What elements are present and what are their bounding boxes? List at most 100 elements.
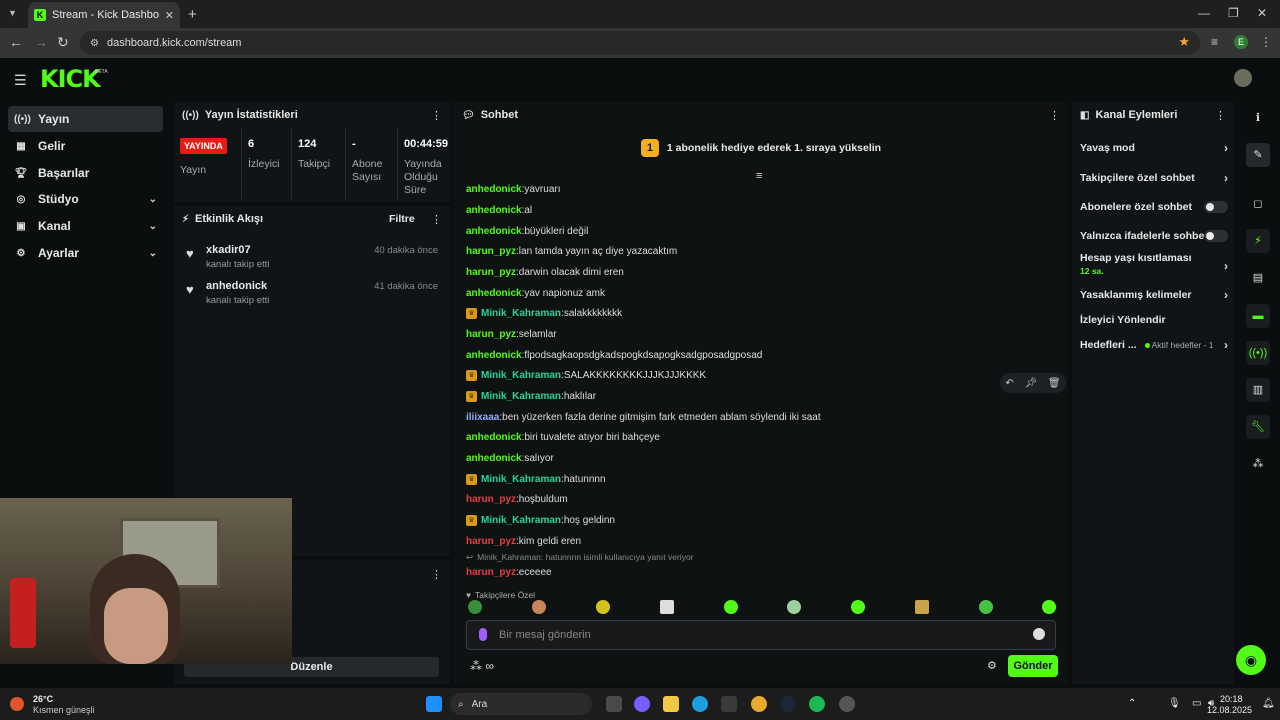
action-slow-mode[interactable]: Yavaş mod › bbox=[1080, 138, 1228, 158]
emote-ghost-icon[interactable] bbox=[787, 600, 801, 614]
subs-only-toggle[interactable] bbox=[1204, 201, 1228, 213]
pinned-toggle-icon[interactable]: ≡ bbox=[756, 170, 762, 182]
chat-input-box[interactable] bbox=[466, 620, 1056, 650]
more-options-icon[interactable]: ⋮ bbox=[431, 213, 442, 226]
chat-username[interactable]: harun_pyz bbox=[466, 536, 516, 547]
chat-message[interactable]: anhedonick: salıyor bbox=[466, 449, 554, 467]
close-tab-icon[interactable]: ✕ bbox=[165, 9, 174, 22]
action-raid-viewers[interactable]: İzleyici Yönlendir bbox=[1080, 310, 1228, 330]
more-options-icon[interactable]: ⋮ bbox=[431, 109, 442, 122]
browser-menu-icon[interactable]: ⋮ bbox=[1260, 35, 1272, 49]
chat-message[interactable]: harun_pyz: lan tamda yayın aç diye yazac… bbox=[466, 242, 677, 260]
chat-username[interactable]: Minik_Kahraman bbox=[481, 515, 561, 526]
chat-username[interactable]: harun_pyz bbox=[466, 494, 516, 505]
send-button[interactable]: Gönder bbox=[1008, 655, 1058, 677]
chat-username[interactable]: harun_pyz bbox=[466, 329, 516, 340]
chat-username[interactable]: anhedonick bbox=[466, 205, 522, 216]
tab-search-icon[interactable]: ▼ bbox=[8, 8, 17, 18]
wrench-icon[interactable]: 🔧︎ bbox=[1246, 415, 1270, 439]
reload-icon[interactable]: ↻ bbox=[57, 34, 69, 51]
chat-username[interactable]: Minik_Kahraman bbox=[481, 391, 561, 402]
omnibox[interactable]: ⚙ dashboard.kick.com/stream ★ bbox=[80, 31, 1200, 55]
chat-message[interactable]: anhedonick: büyükleri değil bbox=[466, 222, 588, 240]
sidebar-item-studyo[interactable]: ◎ Stüdyo ⌄ bbox=[8, 186, 163, 212]
kick-points-icon[interactable]: ⁂ ∞ bbox=[470, 659, 494, 673]
chat-username[interactable]: anhedonick bbox=[466, 453, 522, 464]
edge-icon[interactable] bbox=[692, 696, 708, 712]
tray-chevron-icon[interactable]: ⌃ bbox=[1128, 698, 1136, 709]
emote-kick-icon[interactable] bbox=[724, 600, 738, 614]
maximize-icon[interactable]: ❐ bbox=[1228, 6, 1239, 20]
chat-username[interactable]: Minik_Kahraman bbox=[481, 474, 561, 485]
chat-username[interactable]: anhedonick bbox=[466, 184, 522, 195]
pin-action-icon[interactable]: 📌︎ bbox=[1024, 378, 1037, 389]
more-options-icon[interactable]: ⋮ bbox=[1049, 109, 1060, 122]
app-icon[interactable] bbox=[839, 696, 855, 712]
chat-username[interactable]: harun_pyz bbox=[466, 246, 516, 257]
chat-username[interactable]: iliixaaa bbox=[466, 412, 499, 423]
chat-username[interactable]: Minik_Kahraman bbox=[481, 308, 561, 319]
task-view-icon[interactable] bbox=[606, 696, 622, 712]
bookmark-star-icon[interactable]: ★ bbox=[1178, 34, 1190, 50]
chat-username[interactable]: Minik_Kahraman bbox=[481, 370, 561, 381]
forward-icon[interactable]: → bbox=[34, 34, 48, 50]
emote-laugh-icon[interactable] bbox=[1042, 600, 1056, 614]
emote-duck-icon[interactable] bbox=[596, 600, 610, 614]
weather-icon[interactable] bbox=[10, 697, 24, 711]
close-window-icon[interactable]: ✕ bbox=[1257, 6, 1267, 20]
network-icon[interactable]: ▭ bbox=[1192, 698, 1201, 709]
kick-points-icon[interactable]: ⁂ bbox=[1246, 452, 1270, 476]
sidebar-item-ayarlar[interactable]: ⚙ Ayarlar ⌄ bbox=[8, 240, 163, 266]
spotify-icon[interactable] bbox=[809, 696, 825, 712]
layout-icon[interactable]: ▥ bbox=[1246, 378, 1270, 402]
profile-avatar[interactable]: E bbox=[1234, 35, 1248, 49]
chat-settings-icon[interactable]: ⚙ bbox=[987, 659, 997, 672]
more-options-icon[interactable]: ⋮ bbox=[431, 568, 442, 581]
sidebar-item-kanal[interactable]: ▣ Kanal ⌄ bbox=[8, 213, 163, 239]
clip-icon[interactable]: ◻ bbox=[1246, 192, 1270, 216]
store-icon[interactable] bbox=[721, 696, 737, 712]
kick-logo[interactable]: KICK bbox=[40, 65, 101, 93]
chat-username[interactable]: anhedonick bbox=[466, 226, 522, 237]
reply-action-icon[interactable]: ↶ bbox=[1005, 378, 1013, 389]
windows-start-icon[interactable] bbox=[426, 696, 442, 712]
clock-time[interactable]: 20:18 bbox=[1220, 694, 1243, 704]
chat-message[interactable]: anhedonick: al bbox=[466, 201, 532, 219]
chat-message[interactable]: anhedonick: flpodsagkaopsdgkadspogkdsapo… bbox=[466, 346, 762, 364]
chat-message[interactable]: ♛ Minik_Kahraman: salakkkkkkkk bbox=[466, 304, 622, 322]
file-explorer-icon[interactable] bbox=[663, 696, 679, 712]
weather-temp[interactable]: 26°C bbox=[33, 694, 53, 704]
minimize-icon[interactable]: — bbox=[1198, 6, 1210, 20]
back-icon[interactable]: ← bbox=[9, 34, 23, 50]
info-icon[interactable]: ℹ bbox=[1246, 106, 1270, 130]
filter-button[interactable]: Filtre bbox=[389, 213, 415, 225]
chat-message[interactable]: ♛ Minik_Kahraman: haklılar bbox=[466, 387, 596, 405]
action-goals[interactable]: Hedefleri ... Aktif hedefler - 1 › bbox=[1080, 335, 1228, 355]
chat-message[interactable]: anhedonick: yav napionuz amk bbox=[466, 284, 605, 302]
more-options-icon[interactable]: ⋮ bbox=[1215, 109, 1226, 122]
chat-message[interactable]: ♛ Minik_Kahraman: hoş geldinn bbox=[466, 511, 615, 529]
sidebar-item-gelir[interactable]: ▦ Gelir bbox=[8, 133, 163, 159]
notifications-icon[interactable]: 🔔︎ bbox=[1262, 698, 1275, 709]
taskbar-search[interactable]: ⌕ Ara bbox=[450, 693, 592, 715]
sidebar-item-basarilar[interactable]: 🏆︎ Başarılar bbox=[8, 160, 163, 186]
clock-date[interactable]: 12.08.2025 bbox=[1207, 705, 1252, 715]
reading-list-icon[interactable]: ≡ bbox=[1211, 35, 1218, 49]
emote-cat-icon[interactable] bbox=[532, 600, 546, 614]
chat-username[interactable]: anhedonick bbox=[466, 288, 522, 299]
emote-arrow-icon[interactable] bbox=[660, 600, 674, 614]
browser-tab[interactable]: K Stream - Kick Dashboard ✕ bbox=[28, 2, 180, 28]
chat-popout-icon[interactable]: ▬ bbox=[1246, 304, 1270, 328]
chat-username[interactable]: harun_pyz bbox=[466, 267, 516, 278]
chat-message[interactable]: ♛ Minik_Kahraman: hatunnnn bbox=[466, 470, 606, 488]
emoji-picker-icon[interactable] bbox=[1033, 628, 1045, 640]
broadcast-icon[interactable]: ((•)) bbox=[1246, 341, 1270, 365]
chat-message[interactable]: harun_pyz: darwin olacak dimi eren bbox=[466, 263, 624, 281]
steam-icon[interactable] bbox=[780, 696, 796, 712]
action-banned-words[interactable]: Yasaklanmış kelimeler › bbox=[1080, 285, 1228, 305]
delete-action-icon[interactable]: 🗑︎ bbox=[1048, 378, 1061, 389]
emote-smile-icon[interactable] bbox=[851, 600, 865, 614]
menu-icon[interactable]: ☰ bbox=[14, 72, 27, 89]
chat-message[interactable]: anhedonick: yavruarı bbox=[466, 180, 560, 198]
microphone-tray-icon[interactable]: 🎙︎ bbox=[1168, 698, 1181, 709]
